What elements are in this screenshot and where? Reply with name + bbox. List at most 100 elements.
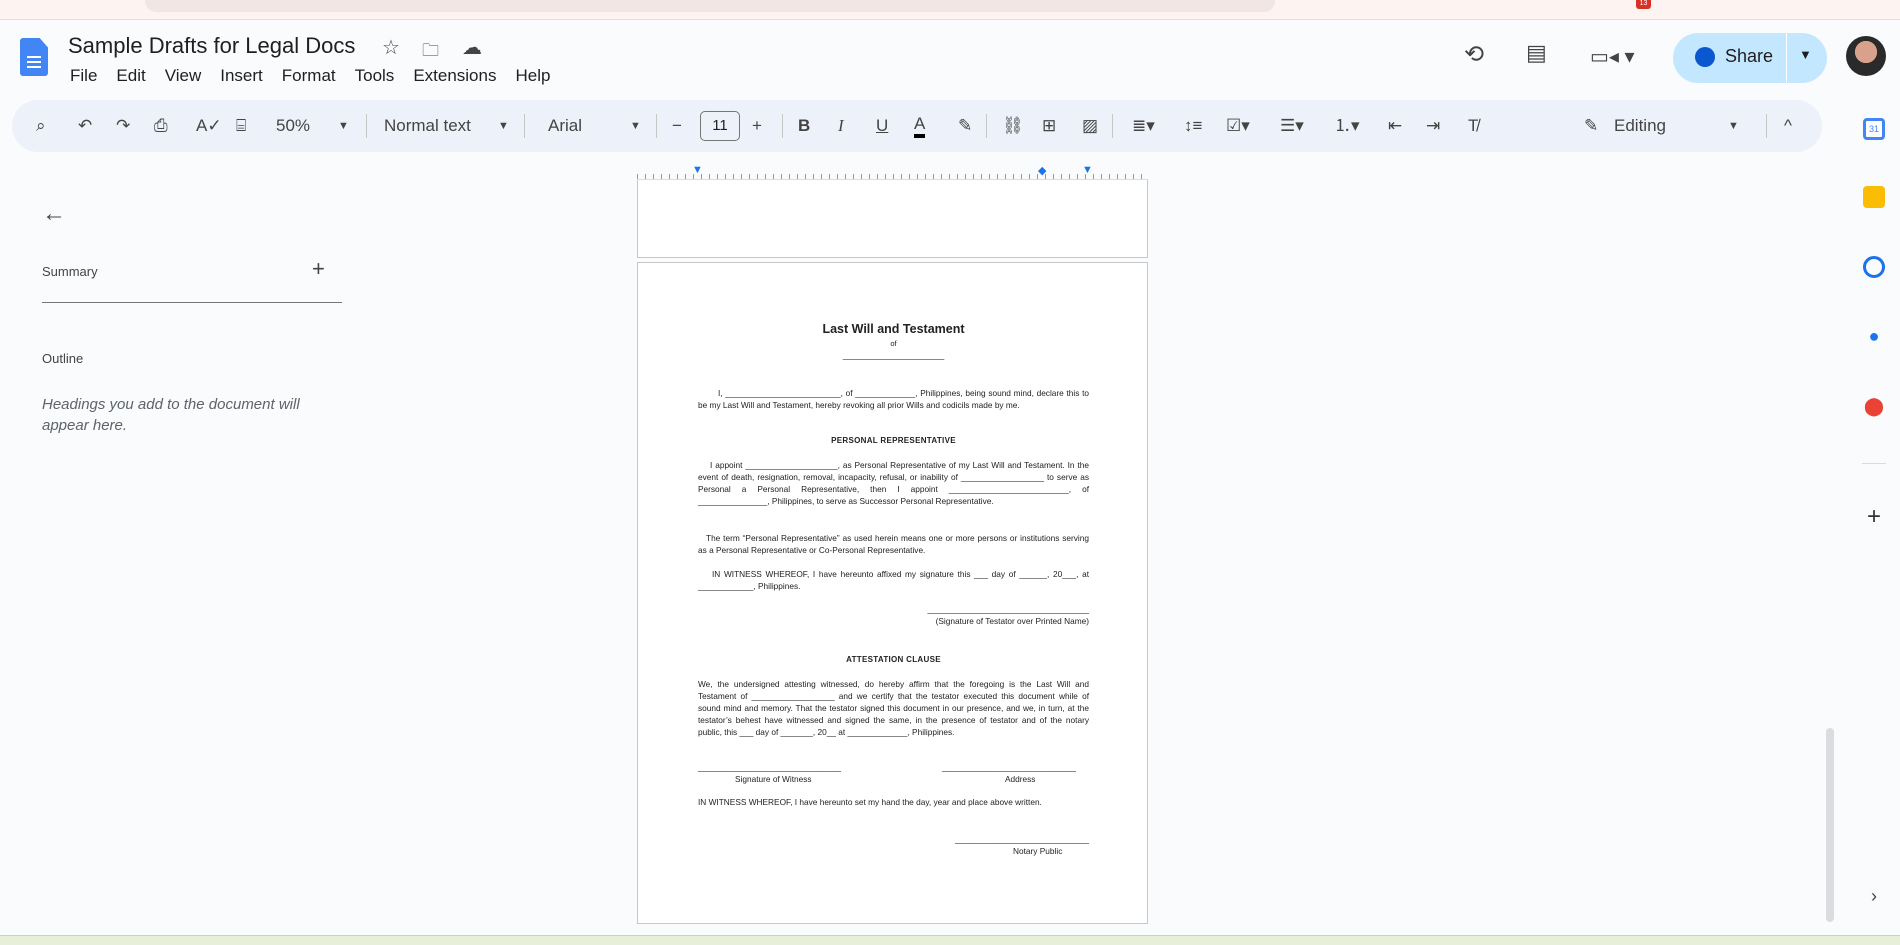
- left-indent-marker[interactable]: ▼: [692, 164, 703, 176]
- docs-logo-icon[interactable]: [20, 38, 48, 76]
- zoom-select[interactable]: 50%: [276, 114, 310, 138]
- hide-menus-icon[interactable]: ^: [1784, 114, 1792, 138]
- style-select[interactable]: Normal text: [384, 114, 471, 138]
- menu-help[interactable]: Help: [515, 66, 560, 86]
- menu-extensions[interactable]: Extensions: [413, 66, 506, 86]
- align-icon[interactable]: ≣▾: [1132, 114, 1155, 138]
- search-menus-icon[interactable]: ⌕: [36, 114, 46, 138]
- checklist-icon[interactable]: ☑▾: [1226, 114, 1250, 138]
- style-dropdown-icon[interactable]: ▼: [498, 114, 509, 138]
- menu-view[interactable]: View: [165, 66, 212, 86]
- paint-format-icon[interactable]: ⌸: [236, 114, 246, 138]
- get-addons-icon[interactable]: +: [1863, 505, 1885, 529]
- decrease-font-size-icon[interactable]: −: [672, 114, 682, 138]
- font-dropdown-icon[interactable]: ▼: [630, 114, 641, 138]
- page-1-bottom[interactable]: [637, 180, 1148, 258]
- menu-bar: File Edit View Insert Format Tools Exten…: [70, 66, 569, 86]
- increase-font-size-icon[interactable]: +: [752, 114, 762, 138]
- share-dropdown-icon[interactable]: ▼: [1799, 47, 1812, 62]
- menu-file[interactable]: File: [70, 66, 107, 86]
- globe-icon: [1695, 47, 1715, 67]
- editing-mode-select[interactable]: Editing: [1614, 114, 1666, 138]
- meet-icon[interactable]: ▭◂ ▾: [1590, 44, 1635, 69]
- doc-paragraph: IN WITNESS WHEREOF, I have hereunto set …: [698, 797, 1042, 807]
- calendar-icon[interactable]: 31: [1863, 118, 1885, 140]
- increase-indent-icon[interactable]: ⇥: [1426, 114, 1440, 138]
- contacts-icon[interactable]: ●: [1863, 326, 1885, 348]
- highlight-icon[interactable]: ✎: [958, 114, 972, 138]
- menu-insert[interactable]: Insert: [220, 66, 273, 86]
- keep-icon[interactable]: [1863, 186, 1885, 208]
- redo-icon[interactable]: ↷: [116, 114, 130, 138]
- tab-stop-marker[interactable]: ◆: [1038, 164, 1046, 177]
- testator-signature-line: ___________________________________: [927, 604, 1089, 614]
- doc-name-blank: ______________________: [842, 350, 945, 360]
- menu-format[interactable]: Format: [282, 66, 346, 86]
- doc-heading: ATTESTATION CLAUSE: [846, 655, 941, 664]
- outline-hint: Headings you add to the document will ap…: [42, 396, 300, 434]
- insert-image-icon[interactable]: ▨: [1082, 114, 1098, 138]
- divider: [656, 114, 657, 138]
- menu-edit[interactable]: Edit: [116, 66, 155, 86]
- avatar[interactable]: [1846, 36, 1886, 76]
- pencil-icon: ✎: [1584, 116, 1599, 135]
- summary-heading: Summary: [42, 264, 98, 279]
- address-bar[interactable]: [145, 0, 1275, 12]
- mode-dropdown-icon[interactable]: ▼: [1728, 114, 1739, 138]
- outline-heading: Outline: [42, 351, 84, 366]
- numbered-list-icon[interactable]: ⒈▾: [1334, 114, 1360, 138]
- insert-link-icon[interactable]: ⛓: [1002, 114, 1024, 138]
- doc-paragraph: The term “Personal Representative” as us…: [698, 533, 1089, 555]
- doc-paragraph: IN WITNESS WHEREOF, I have hereunto affi…: [698, 569, 1089, 591]
- divider: [986, 114, 987, 138]
- undo-icon[interactable]: ↶: [78, 114, 92, 138]
- decrease-indent-icon[interactable]: ⇤: [1388, 114, 1402, 138]
- side-panel-rail: 31 ● ⬤ + ›: [1848, 100, 1900, 945]
- star-icon[interactable]: ☆: [382, 35, 400, 60]
- zoom-dropdown-icon[interactable]: ▼: [338, 114, 349, 138]
- cloud-saved-icon: ☁: [462, 37, 482, 59]
- horizontal-ruler[interactable]: [637, 166, 1148, 180]
- bulleted-list-icon[interactable]: ☰▾: [1280, 114, 1304, 138]
- doc-paragraph: I appoint ____________________, as Perso…: [698, 460, 1089, 506]
- font-select[interactable]: Arial: [548, 114, 582, 138]
- address-label: Address: [1005, 774, 1036, 784]
- notary-label: Notary Public: [1013, 846, 1063, 856]
- notary-line: _____________________________: [955, 834, 1089, 844]
- version-history-icon[interactable]: ⟲: [1464, 40, 1484, 69]
- clear-formatting-icon[interactable]: T̸: [1468, 114, 1478, 138]
- maps-icon[interactable]: ⬤: [1863, 396, 1885, 418]
- italic-icon[interactable]: I: [838, 114, 844, 138]
- print-icon[interactable]: ⎙: [154, 114, 168, 138]
- menu-tools[interactable]: Tools: [355, 66, 405, 86]
- browser-top-strip: 13: [0, 0, 1900, 20]
- right-indent-marker[interactable]: ▼: [1082, 164, 1093, 176]
- testator-signature-caption: (Signature of Testator over Printed Name…: [935, 616, 1089, 626]
- back-arrow-icon[interactable]: ←: [42, 200, 66, 228]
- taskbar: [0, 935, 1900, 945]
- bold-icon[interactable]: B: [798, 114, 810, 138]
- document-page[interactable]: Last Will and Testament of _____________…: [637, 262, 1148, 924]
- toolbar: ⌕ ↶ ↷ ⎙ A✓ ⌸ 50% ▼ Normal text ▼ Arial ▼…: [12, 100, 1822, 152]
- doc-heading: PERSONAL REPRESENTATIVE: [831, 436, 956, 445]
- comments-icon[interactable]: ▤: [1526, 40, 1547, 66]
- font-size-input[interactable]: 11: [700, 111, 740, 141]
- address-line: _____________________________: [942, 762, 1076, 772]
- add-comment-icon[interactable]: ⊞: [1042, 114, 1056, 138]
- spellcheck-icon[interactable]: A✓: [196, 114, 222, 138]
- share-button[interactable]: Share ▼: [1673, 33, 1827, 83]
- divider: [1786, 33, 1787, 83]
- document-title[interactable]: Sample Drafts for Legal Docs: [68, 33, 355, 59]
- tasks-icon[interactable]: [1863, 256, 1885, 278]
- share-label: Share: [1725, 46, 1774, 66]
- move-folder-icon[interactable]: 🗀: [422, 38, 439, 67]
- add-summary-icon[interactable]: +: [312, 256, 325, 282]
- divider: [366, 114, 367, 138]
- scrollbar-thumb[interactable]: [1826, 728, 1834, 922]
- show-side-panel-icon[interactable]: ›: [1863, 886, 1885, 908]
- divider: [524, 114, 525, 138]
- text-color-icon[interactable]: A: [914, 114, 926, 138]
- divider: [1766, 114, 1767, 138]
- underline-icon[interactable]: U: [876, 114, 888, 138]
- line-spacing-icon[interactable]: ↕≡: [1184, 114, 1202, 138]
